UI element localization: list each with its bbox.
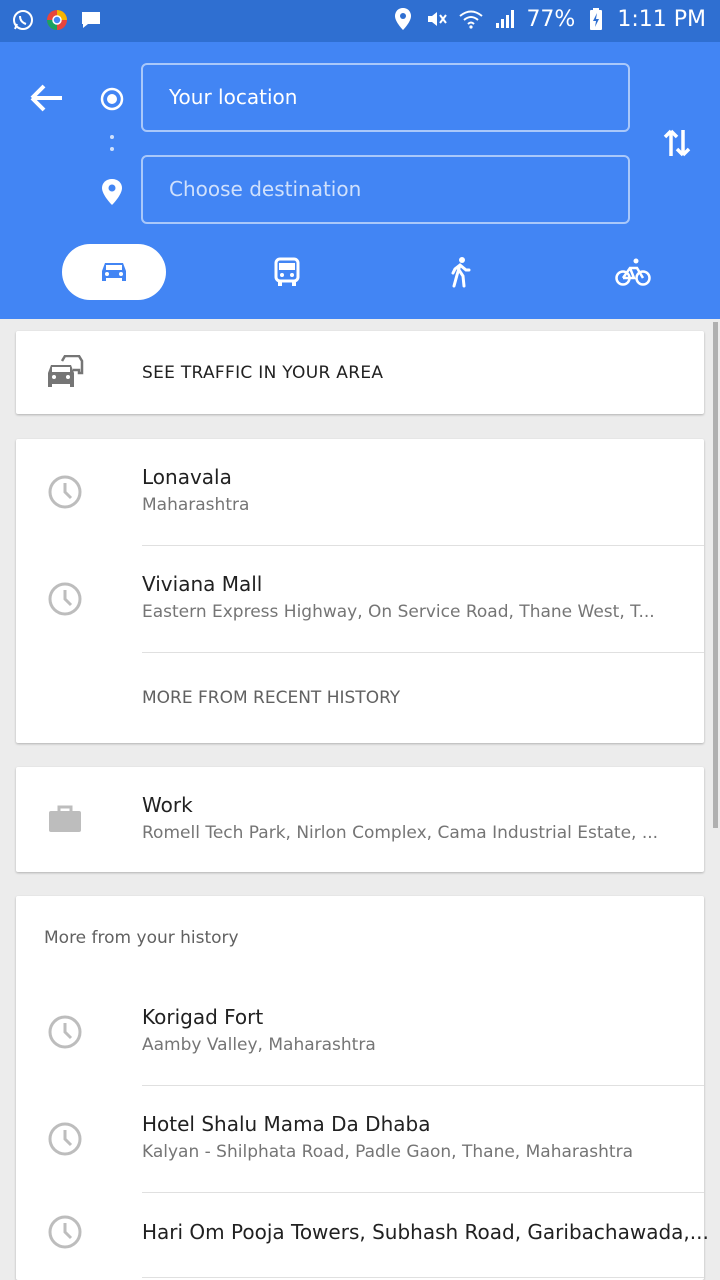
whatsapp-icon [10,7,36,33]
arrow-back-icon [30,84,62,112]
divider [142,1277,704,1278]
directions-header: Your location Choose destination [0,42,720,319]
status-bar: 77% 1:11 PM [0,0,720,42]
route-dots-icon [110,134,114,154]
destination-pin-icon [101,178,123,206]
clock: 1:11 PM [617,6,706,32]
mode-walk-tab[interactable] [408,244,512,300]
list-item[interactable]: Viviana Mall Eastern Express Highway, On… [16,546,704,653]
wifi-icon [458,6,484,32]
briefcase-icon [46,803,84,841]
origin-input[interactable]: Your location [141,63,630,132]
battery-charging-icon [583,6,609,32]
destination-input[interactable]: Choose destination [141,155,630,224]
location-icon [390,6,416,32]
place-title: Lonavala [142,465,232,489]
mode-transit-tab[interactable] [235,244,339,300]
place-subtitle: Romell Tech Park, Nirlon Complex, Cama I… [142,823,659,843]
battery-percent: 77% [526,6,576,32]
history-card: More from your history Korigad Fort Aamb… [16,896,709,1280]
signal-icon [492,6,518,32]
see-traffic-label: SEE TRAFFIC IN YOUR AREA [142,363,384,383]
place-title: Hotel Shalu Mama Da Dhaba [142,1112,431,1136]
scrollbar[interactable] [713,322,718,828]
place-subtitle: Eastern Express Highway, On Service Road… [142,602,655,622]
place-title: Hari Om Pooja Towers, Subhash Road, Gari… [142,1220,709,1244]
message-icon [78,7,104,33]
place-title: Work [142,793,193,817]
more-recent-history-label: MORE FROM RECENT HISTORY [142,688,401,708]
mode-bike-tab[interactable] [581,244,685,300]
list-item[interactable]: Hotel Shalu Mama Da Dhaba Kalyan - Shilp… [16,1086,704,1193]
place-subtitle: Kalyan - Shilphata Road, Padle Gaon, Tha… [142,1142,633,1162]
car-icon [102,263,126,281]
traffic-card[interactable]: SEE TRAFFIC IN YOUR AREA [16,331,704,414]
place-title: Viviana Mall [142,572,263,596]
history-clock-icon [46,1013,84,1051]
mode-drive-tab[interactable] [62,244,166,300]
list-item[interactable]: Korigad Fort Aamby Valley, Maharashtra [16,979,704,1086]
travel-mode-tabs [0,244,720,300]
history-clock-icon [46,1120,84,1158]
place-subtitle: Aamby Valley, Maharashtra [142,1035,376,1055]
history-heading: More from your history [44,928,239,948]
recent-card: Lonavala Maharashtra Viviana Mall Easter… [16,439,704,743]
transit-icon [274,257,300,286]
more-recent-history-button[interactable]: MORE FROM RECENT HISTORY [16,653,704,745]
history-clock-icon [46,1213,84,1251]
mute-icon [424,6,450,32]
history-clock-icon [46,473,84,511]
origin-dot-icon [100,87,124,111]
list-item[interactable]: Hari Om Pooja Towers, Subhash Road, Gari… [16,1193,709,1280]
origin-input-value: Your location [169,85,298,109]
history-clock-icon [46,580,84,618]
place-subtitle: Maharashtra [142,495,250,515]
back-button[interactable] [26,80,70,116]
destination-input-placeholder: Choose destination [169,177,362,201]
walk-icon [451,257,471,288]
bike-icon [615,258,651,286]
swap-button[interactable] [660,126,694,160]
swap-vertical-icon [663,129,691,157]
work-card[interactable]: Work Romell Tech Park, Nirlon Complex, C… [16,767,704,872]
traffic-icon [46,354,86,395]
browser-icon [44,7,70,33]
list-item[interactable]: Lonavala Maharashtra [16,439,704,546]
list-item[interactable]: Work Romell Tech Park, Nirlon Complex, C… [16,767,704,872]
place-title: Korigad Fort [142,1005,264,1029]
